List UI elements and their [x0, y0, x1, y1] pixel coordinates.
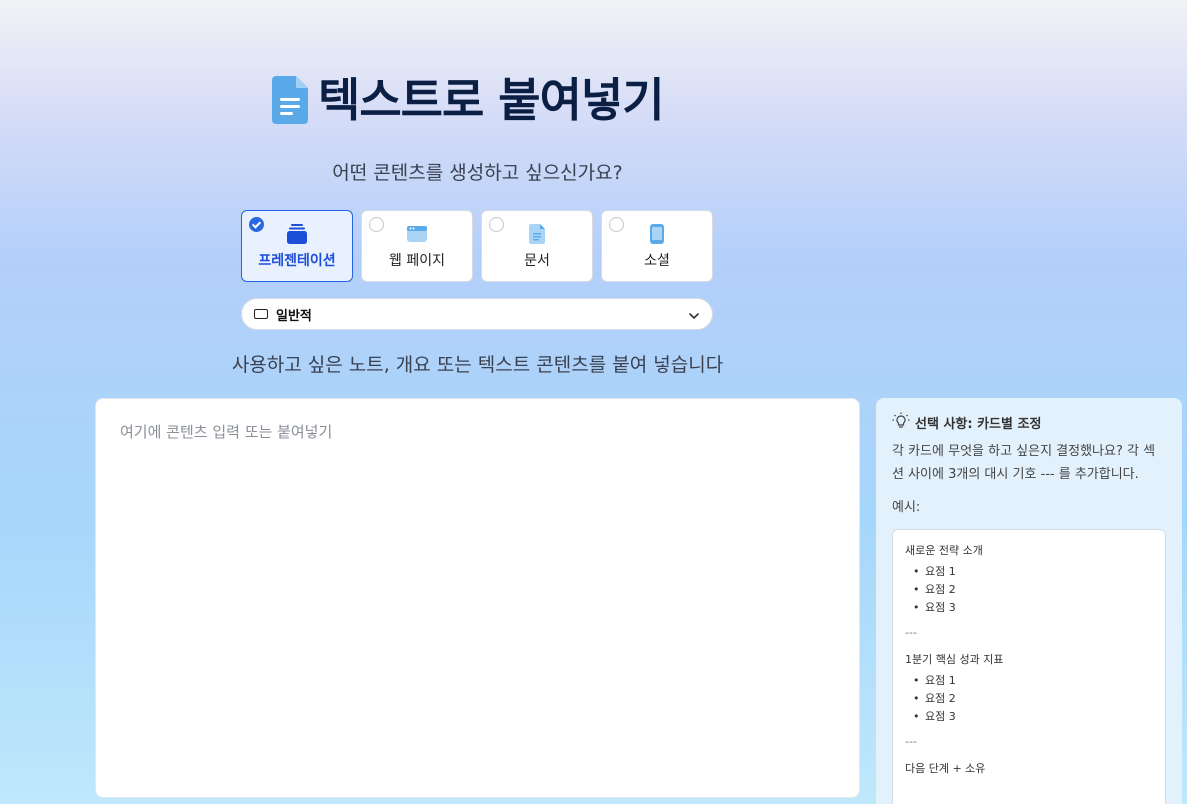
content-input[interactable]	[95, 398, 860, 798]
example-divider: ---	[905, 626, 917, 639]
list-item: 요점 3	[913, 599, 1153, 617]
tips-description: 각 카드에 무엇을 하고 싶은지 결정했나요? 각 섹션 사이에 3개의 대시 …	[892, 444, 1156, 482]
document-icon	[528, 223, 546, 245]
content-type-document[interactable]: 문서	[481, 210, 593, 282]
content-type-webpage[interactable]: 웹 페이지	[361, 210, 473, 282]
lightbulb-icon	[892, 412, 910, 432]
example-box: 새로운 전략 소개 요점 1 요점 2 요점 3 --- 1분기 핵심 성과 지…	[892, 529, 1166, 804]
content-type-question: 어떤 콘텐츠를 생성하고 싶으신가요?	[332, 162, 623, 184]
example-list: 요점 1 요점 2 요점 3	[913, 563, 1153, 617]
example-list: 요점 1 요점 2 요점 3	[913, 672, 1153, 726]
example-section-title: 다음 단계 + 소유	[905, 762, 986, 775]
radio-icon[interactable]	[609, 217, 624, 232]
tips-title: 선택 사항: 카드별 조정	[915, 416, 1042, 432]
content-type-label: 웹 페이지	[389, 253, 445, 269]
example-divider: ---	[905, 735, 917, 748]
list-item: 요점 2	[913, 690, 1153, 708]
webpage-icon	[406, 223, 428, 245]
list-item: 요점 1	[913, 563, 1153, 581]
page-title: 텍스트로 붙여넣기	[318, 73, 665, 127]
example-label: 예시:	[892, 500, 921, 515]
paste-instruction: 사용하고 싶은 노트, 개요 또는 텍스트 콘텐츠를 붙여 넣습니다	[231, 354, 724, 376]
content-type-social[interactable]: 소셜	[601, 210, 713, 282]
radio-checked-icon[interactable]	[249, 217, 264, 232]
content-type-options: 프레젠테이션 웹 페이지 문서 소셜	[241, 210, 713, 282]
document-icon	[270, 74, 310, 126]
list-item: 요점 3	[913, 708, 1153, 726]
content-type-label: 문서	[524, 253, 550, 269]
theme-dropdown[interactable]: 일반적	[241, 298, 713, 330]
card-tips-panel: 선택 사항: 카드별 조정 각 카드에 무엇을 하고 싶은지 결정했나요? 각 …	[876, 398, 1182, 804]
list-item: 요점 1	[913, 672, 1153, 690]
chevron-down-icon	[688, 305, 700, 324]
mobile-icon	[649, 223, 665, 245]
example-section-title: 새로운 전략 소개	[905, 544, 983, 557]
example-section-title: 1분기 핵심 성과 지표	[905, 653, 1004, 666]
rectangle-icon	[254, 309, 268, 319]
dropdown-value: 일반적	[276, 308, 312, 324]
presentation-icon	[286, 223, 308, 245]
title-row: 텍스트로 붙여넣기	[270, 72, 665, 128]
radio-icon[interactable]	[369, 217, 384, 232]
content-type-presentation[interactable]: 프레젠테이션	[241, 210, 353, 282]
radio-icon[interactable]	[489, 217, 504, 232]
content-type-label: 프레젠테이션	[258, 253, 336, 269]
list-item: 요점 2	[913, 581, 1153, 599]
content-type-label: 소셜	[644, 253, 670, 269]
tips-header: 선택 사항: 카드별 조정	[892, 412, 1166, 432]
